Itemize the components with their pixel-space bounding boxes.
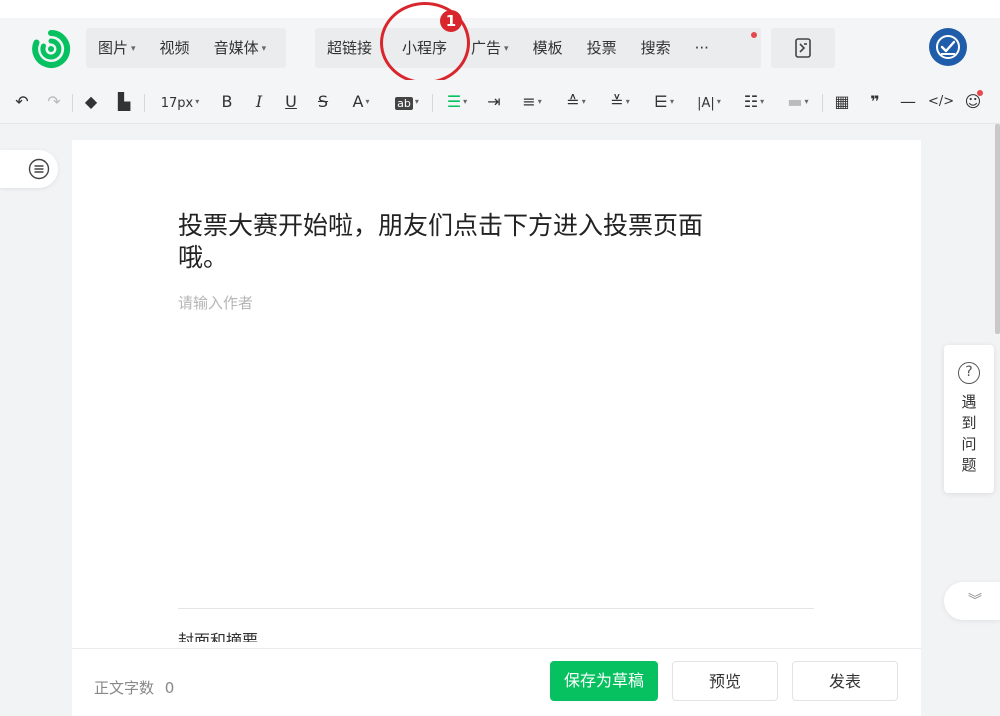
list-circle-icon [28, 158, 50, 180]
font-color-button[interactable]: A ▾ [346, 92, 376, 112]
notification-dot [977, 90, 983, 96]
table-icon[interactable]: ▦ [832, 92, 852, 112]
toolbar-divider [432, 94, 433, 112]
chevron-down-icon: ▾ [669, 97, 674, 106]
underline-button[interactable]: U [282, 92, 300, 112]
bold-button[interactable]: B [218, 92, 236, 112]
help-label-2: 到 [961, 414, 977, 432]
eraser-icon[interactable]: ◆ [80, 92, 102, 112]
line-height-icon[interactable]: ≙ ▾ [560, 92, 592, 112]
insert-toolbar: 图片 ▾ 视频 音媒体 ▾ 超链接 小程序 广告 ▾ 模板 投票 搜索 ··· [0, 18, 1000, 80]
save-draft-button[interactable]: 保存为草稿 [550, 661, 658, 701]
top-strip [0, 0, 1000, 18]
code-icon[interactable]: </> [928, 92, 954, 112]
scrollbar[interactable] [995, 124, 1000, 334]
italic-button[interactable]: I [250, 92, 268, 112]
help-panel[interactable]: ? 遇 到 问 题 [944, 345, 994, 493]
outdent-icon[interactable]: ≡ ▾ [516, 92, 548, 112]
horizontal-rule-icon[interactable]: — [898, 92, 918, 112]
redo-icon[interactable]: ↷ [44, 92, 64, 112]
menu-template[interactable]: 模板 [521, 28, 575, 68]
menu-more[interactable]: ··· [683, 28, 721, 68]
border-icon[interactable]: ▬ ▾ [782, 92, 814, 112]
word-count-label: 正文字数 [94, 679, 155, 697]
undo-icon[interactable]: ↶ [12, 92, 32, 112]
word-count: 正文字数 0 [94, 677, 174, 698]
background-color-button[interactable]: ab ▾ [390, 92, 424, 112]
help-label-3: 问 [961, 435, 977, 453]
align-left-icon[interactable]: ☰ ▾ [442, 92, 472, 112]
outline-toggle-button[interactable] [0, 150, 58, 188]
author-input[interactable]: 请输入作者 [178, 292, 253, 313]
word-count-value: 0 [164, 679, 175, 697]
notification-dot [751, 32, 757, 38]
strikethrough-button[interactable]: S [314, 92, 332, 112]
avatar[interactable] [929, 28, 967, 66]
chevron-down-icon: ▾ [537, 97, 542, 106]
double-chevron-down-icon: ︾ [968, 593, 982, 609]
chevron-down-icon: ▾ [195, 97, 200, 106]
cover-summary-label[interactable]: 封面和摘要 [178, 630, 258, 642]
format-toolbar: ↶ ↷ ◆ ▙ 17px ▾ B I U S A ▾ ab ▾ ☰ ▾ ⇥ ≡ ▾ ≙ ▾ … [0, 80, 1000, 124]
verified-edit-icon [936, 35, 960, 59]
toolbar-divider [822, 94, 823, 112]
annotation-badge: 1 [440, 10, 462, 32]
chevron-down-icon: ▾ [414, 97, 419, 106]
format-painter-icon[interactable]: ▙ [114, 92, 134, 112]
logo-icon [32, 29, 71, 68]
menu-hyperlink[interactable]: 超链接 [315, 28, 384, 68]
menu-ad[interactable]: 广告 ▾ [459, 28, 521, 68]
extra-menu-group [771, 28, 835, 68]
quote-icon[interactable]: ❞ [864, 92, 886, 112]
chevron-down-icon: ▾ [463, 97, 468, 106]
chevron-down-icon: ▾ [504, 44, 509, 54]
chevron-down-icon: ▾ [581, 97, 586, 106]
chevron-down-icon: ▾ [760, 97, 765, 106]
insert-menu-group: 超链接 小程序 广告 ▾ 模板 投票 搜索 ··· [315, 28, 761, 68]
menu-audio[interactable]: 音媒体 ▾ [202, 28, 279, 68]
chevron-down-icon: ▾ [625, 97, 630, 106]
menu-search[interactable]: 搜索 [629, 28, 683, 68]
font-size-select[interactable]: 17px ▾ [154, 92, 206, 112]
toolbar-divider [144, 94, 145, 112]
article-title[interactable]: 投票大赛开始啦，朋友们点击下方进入投票页面哦。 [178, 210, 738, 274]
help-label-4: 题 [961, 456, 977, 474]
chevron-down-icon: ▾ [365, 97, 370, 106]
menu-video[interactable]: 视频 [148, 28, 202, 68]
preview-button[interactable]: 预览 [672, 661, 778, 701]
media-menu-group: 图片 ▾ 视频 音媒体 ▾ [86, 28, 286, 68]
menu-image[interactable]: 图片 ▾ [86, 28, 148, 68]
document-icon[interactable] [793, 37, 813, 59]
app-logo[interactable] [30, 28, 72, 70]
indent-icon[interactable]: ⇥ [484, 92, 504, 112]
menu-mini-program[interactable]: 小程序 [390, 28, 459, 68]
menu-vote[interactable]: 投票 [575, 28, 629, 68]
paragraph-spacing-icon[interactable]: ≚ ▾ [604, 92, 636, 112]
bottom-action-bar: 正文字数 0 保存为草稿 预览 发表 [72, 648, 921, 716]
collapse-down-button[interactable]: ︾ [944, 582, 1000, 620]
list-icon[interactable]: ☷ ▾ [738, 92, 770, 112]
help-label-1: 遇 [961, 393, 977, 411]
chevron-down-icon: ▾ [261, 44, 267, 54]
letter-spacing-icon[interactable]: |A| ▾ [692, 92, 726, 112]
indent-spacing-icon[interactable]: ⋿ ▾ [648, 92, 680, 112]
chevron-down-icon: ▾ [131, 44, 136, 54]
editor-canvas[interactable]: 投票大赛开始啦，朋友们点击下方进入投票页面哦。 请输入作者 封面和摘要 [72, 140, 921, 660]
question-icon: ? [958, 362, 980, 384]
chevron-down-icon: ▾ [716, 97, 721, 106]
chevron-down-icon: ▾ [804, 97, 809, 106]
publish-button[interactable]: 发表 [792, 661, 898, 701]
toolbar-divider [72, 94, 73, 112]
content-divider [178, 608, 814, 609]
